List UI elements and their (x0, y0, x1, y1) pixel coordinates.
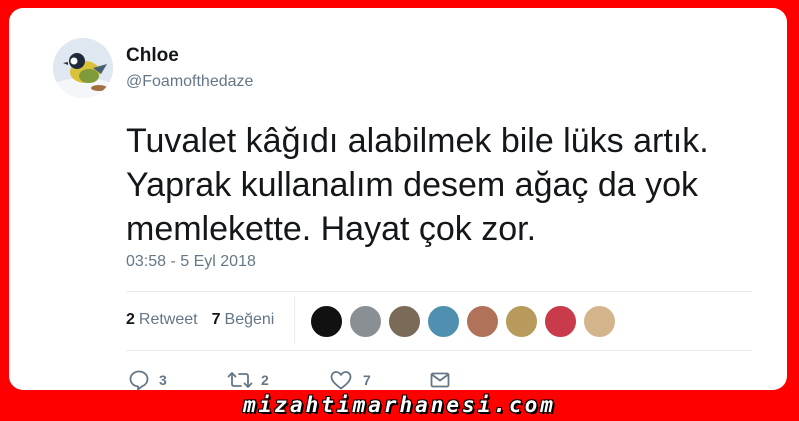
retweet-stat[interactable]: 2 Retweet (126, 311, 198, 329)
like-stat[interactable]: 7 Beğeni (212, 311, 275, 329)
reply-icon (129, 370, 149, 391)
retweet-icon (227, 372, 253, 388)
like-stat-count: 7 (211, 311, 221, 328)
author-name[interactable]: Chloe (126, 45, 179, 67)
engagement-stats: 2 Retweet 7 Beğeni (126, 311, 274, 329)
divider-top (126, 291, 752, 292)
divider-bottom (126, 350, 752, 351)
direct-message-button[interactable] (428, 368, 452, 392)
retweet-stat-label: Retweet (138, 311, 198, 328)
retweet-button[interactable]: 2 (227, 368, 329, 392)
tweet-text: Tuvalet kâğıdı alabilmek bile lüks artık… (126, 122, 709, 248)
liker-avatar[interactable] (466, 305, 499, 338)
watermark: mizahtimarhanesi.com (243, 393, 556, 417)
bird-on-snow-avatar-icon (53, 38, 113, 98)
liker-avatar[interactable] (544, 305, 577, 338)
retweet-stat-count: 2 (126, 311, 135, 328)
action-bar: 3 2 7 (127, 368, 452, 392)
heart-icon (330, 371, 352, 390)
tweet-timestamp[interactable]: 03:58 - 5 Eyl 2018 (126, 253, 256, 271)
like-button[interactable]: 7 (329, 368, 428, 392)
like-action-count: 7 (363, 372, 371, 388)
retweet-action-count: 2 (261, 372, 269, 388)
liker-avatar[interactable] (427, 305, 460, 338)
envelope-icon (430, 372, 450, 388)
tweet-card: Chloe @Foamofthedaze Tuvalet kâğıdı alab… (9, 8, 787, 392)
liker-avatar[interactable] (388, 305, 421, 338)
like-stat-label: Beğeni (224, 311, 275, 328)
author-avatar[interactable] (53, 38, 113, 98)
liker-avatar[interactable] (505, 305, 538, 338)
author-handle[interactable]: @Foamofthedaze (126, 73, 253, 91)
liker-avatars (310, 305, 616, 338)
liker-avatar[interactable] (310, 305, 343, 338)
liker-avatar[interactable] (583, 305, 616, 338)
reply-count: 3 (159, 372, 167, 388)
reply-button[interactable]: 3 (127, 368, 227, 392)
liker-avatar[interactable] (349, 305, 382, 338)
stats-separator (294, 296, 295, 344)
